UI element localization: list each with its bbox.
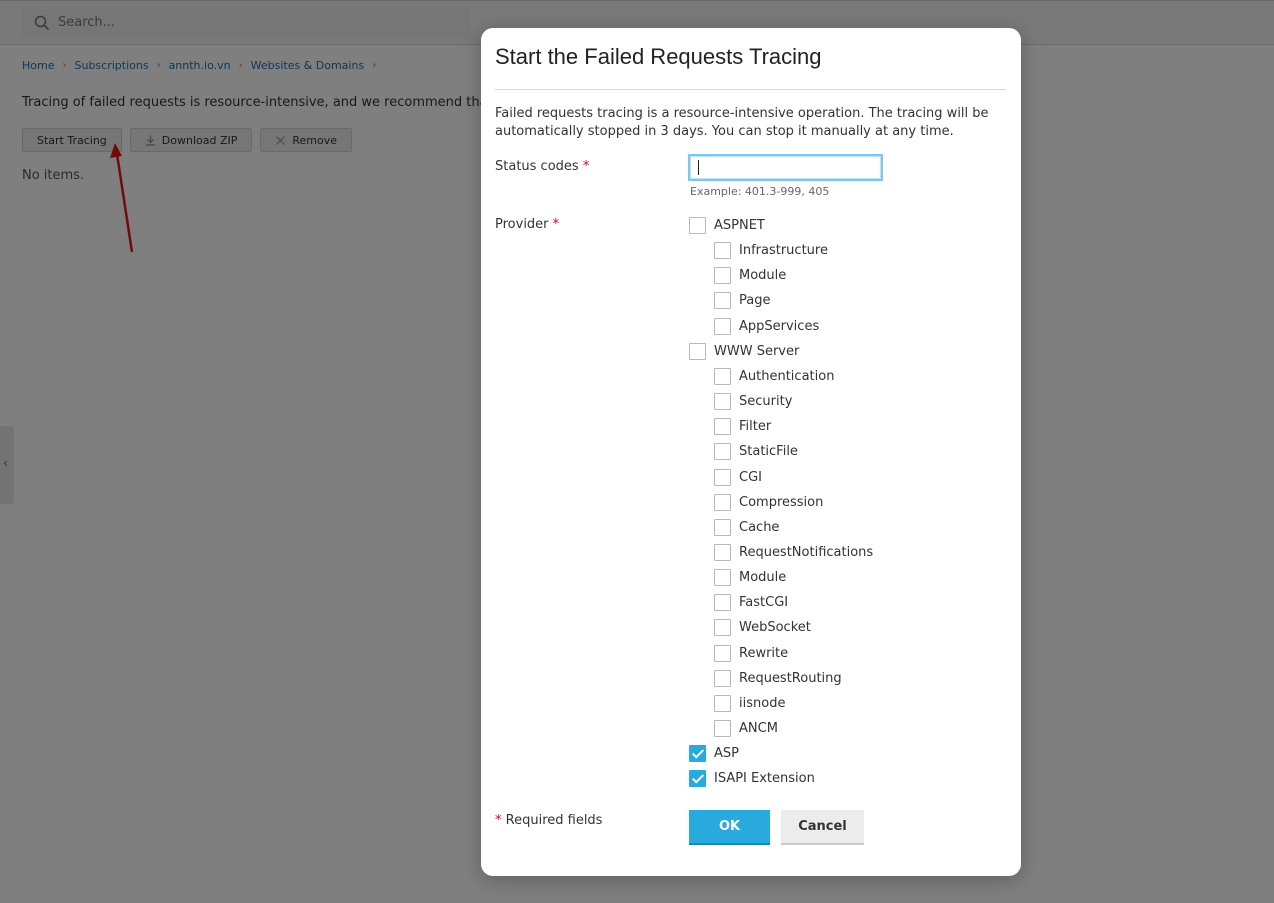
checkbox[interactable] [714,719,731,737]
dialog-description: Failed requests tracing is a resource-in… [495,106,989,139]
provider-option[interactable]: AppServices [714,317,819,335]
provider-option[interactable]: iisnode [714,694,785,712]
provider-option-label: RequestRouting [739,670,842,686]
provider-option-label: Module [739,267,787,283]
dialog-title: Start the Failed Requests Tracing [495,44,822,69]
provider-option-label: RequestNotifications [739,544,874,560]
checkbox-checked[interactable] [689,769,706,787]
provider-option-label: iisnode [739,695,786,711]
provider-option-label: WebSocket [739,619,811,635]
checkbox-checked[interactable] [689,744,706,762]
required-mark: * [495,813,502,828]
provider-option-label: FastCGI [739,594,789,610]
required-mark: * [582,159,590,174]
status-codes-input-wrapper [688,154,883,181]
provider-option[interactable]: RequestNotifications [714,543,873,561]
provider-option-label: ASP [714,745,739,761]
checkbox[interactable] [714,644,731,662]
provider-option[interactable]: Module [714,568,786,586]
checkbox[interactable] [714,392,731,410]
checkbox[interactable] [714,593,731,611]
provider-option-label: Security [739,393,793,409]
provider-option[interactable]: Infrastructure [714,241,828,259]
provider-option[interactable]: CGI [714,468,762,486]
provider-option-label: ISAPI Extension [714,770,815,786]
provider-option[interactable]: WebSocket [714,618,811,636]
required-fields-note: * Required fields [495,813,602,828]
provider-option-label: Authentication [739,368,835,384]
provider-option-label: Rewrite [739,645,789,661]
checkbox[interactable] [689,342,706,360]
provider-option[interactable]: RequestRouting [714,669,842,687]
checkbox[interactable] [714,317,731,335]
text-caret [698,160,699,175]
checkbox[interactable] [714,241,731,259]
checkbox[interactable] [714,468,731,486]
required-fields-text: Required fields [505,813,603,828]
checkbox[interactable] [714,669,731,687]
status-codes-label: Status codes * [495,159,589,174]
provider-label: Provider * [495,217,559,232]
provider-option[interactable]: Security [714,392,792,410]
provider-option[interactable]: Authentication [714,367,834,385]
provider-option[interactable]: StaticFile [714,442,798,460]
provider-label-text: Provider [495,217,549,232]
provider-option-label: Infrastructure [739,242,828,258]
ok-button[interactable]: OK [689,810,770,845]
checkbox[interactable] [714,417,731,435]
status-codes-label-text: Status codes [495,159,579,174]
provider-option-label: Compression [739,494,824,510]
provider-option[interactable]: ASP [689,744,739,762]
provider-option[interactable]: ANCM [714,719,778,737]
title-divider [495,89,1006,90]
checkbox[interactable] [714,367,731,385]
provider-option-label: Cache [739,519,780,535]
checkbox[interactable] [714,543,731,561]
provider-option[interactable]: Compression [714,493,823,511]
checkbox[interactable] [714,493,731,511]
checkbox[interactable] [714,442,731,460]
provider-option[interactable]: FastCGI [714,593,788,611]
provider-option-label: CGI [739,469,762,485]
checkbox[interactable] [714,694,731,712]
provider-option[interactable]: ASPNET [689,216,765,234]
provider-option[interactable]: WWW Server [689,342,799,360]
provider-option[interactable]: Cache [714,518,779,536]
provider-option-label: Module [739,569,787,585]
provider-option[interactable]: Page [714,291,770,309]
cancel-button[interactable]: Cancel [781,810,864,845]
provider-option-label: Page [739,292,771,308]
provider-option-label: ANCM [739,720,778,736]
required-mark: * [552,217,560,232]
provider-option[interactable]: Filter [714,417,771,435]
provider-option-label: StaticFile [739,443,798,459]
provider-option[interactable]: ISAPI Extension [689,769,815,787]
provider-option[interactable]: Module [714,266,786,284]
provider-option-label: ASPNET [714,217,765,233]
status-codes-input[interactable] [690,156,881,179]
provider-option-label: AppServices [739,318,820,334]
provider-option-label: WWW Server [714,343,800,359]
checkbox[interactable] [714,618,731,636]
checkbox[interactable] [714,266,731,284]
checkbox[interactable] [714,568,731,586]
start-tracing-dialog: Start the Failed Requests Tracing Failed… [481,28,1021,876]
checkbox[interactable] [714,291,731,309]
checkbox[interactable] [689,216,706,234]
provider-option[interactable]: Rewrite [714,644,788,662]
status-codes-hint: Example: 401.3-999, 405 [690,185,830,198]
provider-option-label: Filter [739,418,772,434]
checkbox[interactable] [714,518,731,536]
